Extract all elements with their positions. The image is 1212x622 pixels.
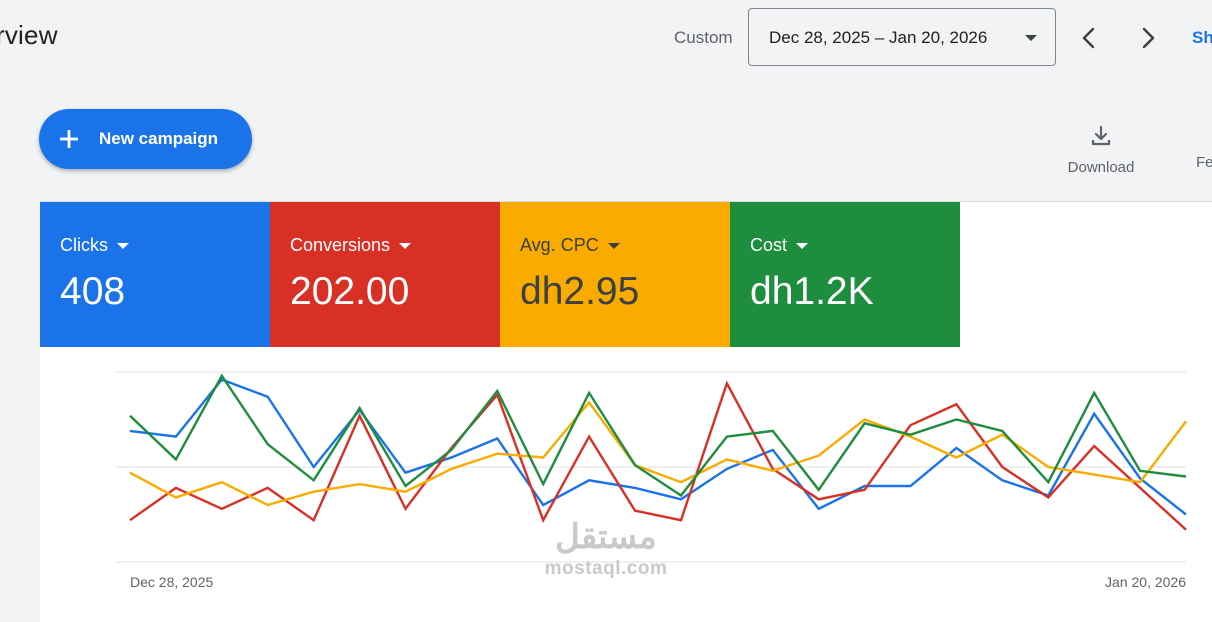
date-range-type-label: Custom (674, 28, 733, 47)
show-link[interactable]: Sh (1192, 28, 1212, 48)
feedback-button[interactable]: Fe (1196, 148, 1212, 171)
new-campaign-label: New campaign (99, 129, 219, 148)
next-period-button[interactable] (1130, 20, 1166, 56)
date-range-selector[interactable]: Dec 28, 2025 – Jan 20, 2026 (748, 8, 1056, 66)
feedback-label: Fe (1196, 154, 1212, 171)
x-tick-label-end: Jan 20, 2026 (1105, 574, 1186, 590)
download-label: Download (1067, 159, 1135, 176)
series-line-cost (129, 373, 1187, 498)
plus-icon (60, 130, 78, 148)
dropdown-caret-icon (1025, 35, 1037, 41)
series-line-clicks (129, 378, 1187, 516)
series-line-conversions (129, 380, 1187, 531)
new-campaign-button[interactable]: New campaign (39, 109, 252, 169)
chevron-right-icon (1142, 27, 1155, 49)
performance-card: Clicks 408 Conversions 202.00 Avg. CPC d… (40, 201, 1212, 622)
page-title: rview (0, 20, 58, 50)
x-tick-label-start: Dec 28, 2025 (130, 574, 213, 590)
performance-line-chart: Dec 28, 2025 Jan 20, 2026 (115, 371, 1187, 590)
date-range-text: Dec 28, 2025 – Jan 20, 2026 (769, 28, 988, 47)
chevron-left-icon (1082, 27, 1095, 49)
download-button[interactable]: Download (1066, 124, 1136, 176)
previous-period-button[interactable] (1071, 20, 1107, 56)
download-icon (1091, 125, 1111, 146)
